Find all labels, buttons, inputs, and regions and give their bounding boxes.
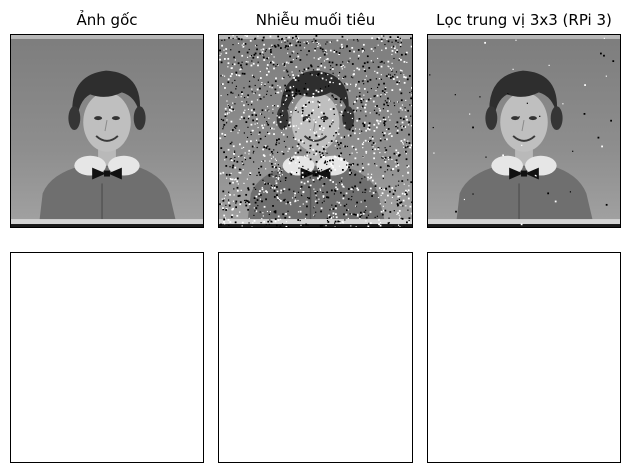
title-noisy: Nhiễu muối tiêu — [255, 11, 376, 29]
image-panel-median — [427, 34, 621, 228]
empty-panel-2 — [218, 252, 413, 463]
portrait-original-image — [11, 35, 203, 227]
image-panel-noisy — [218, 34, 413, 228]
portrait-median-image — [428, 35, 620, 227]
image-panel-original — [10, 34, 204, 228]
empty-panel-3 — [427, 252, 621, 463]
portrait-noisy-image — [219, 35, 412, 227]
title-median-filtered: Lọc trung vị 3x3 (RPi 3) — [436, 11, 612, 29]
empty-panel-1 — [10, 252, 204, 463]
title-original: Ảnh gốc — [76, 11, 138, 29]
